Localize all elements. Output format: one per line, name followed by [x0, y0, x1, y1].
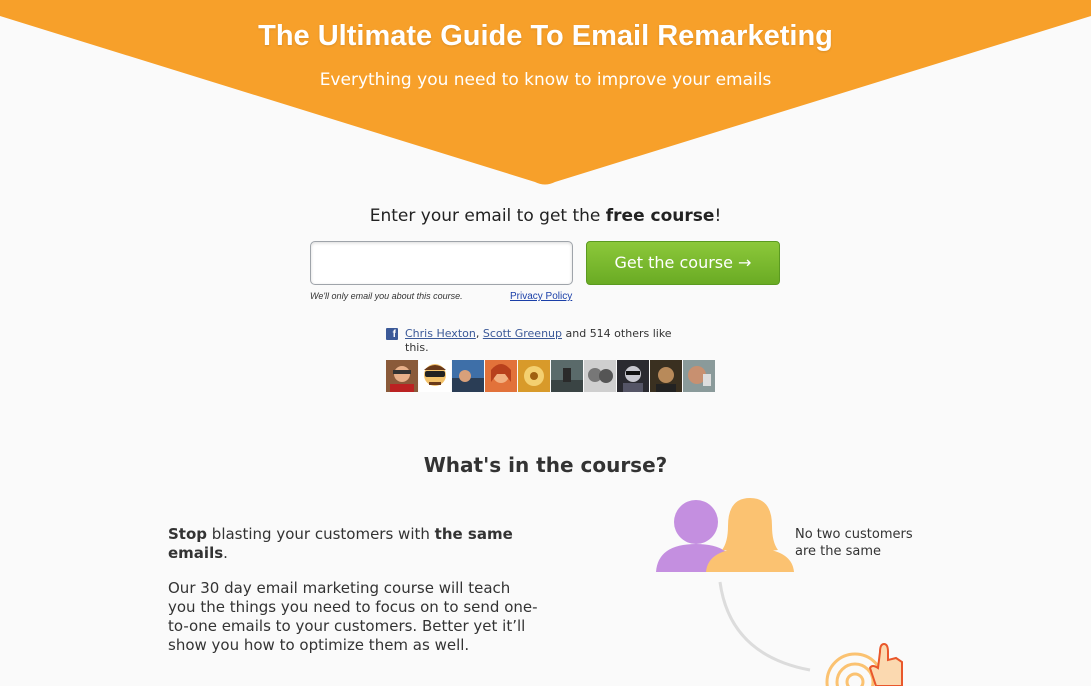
facebook-faces [386, 360, 715, 392]
facebook-social-proof: f Chris Hexton, Scott Greenup and 514 ot… [386, 327, 686, 355]
avatar[interactable] [485, 360, 517, 392]
get-course-button[interactable]: Get the course → [586, 241, 780, 285]
page-title: The Ultimate Guide To Email Remarketing [258, 20, 833, 52]
avatar[interactable] [452, 360, 484, 392]
signup-heading-suffix: ! [714, 206, 722, 226]
avatar[interactable] [386, 360, 418, 392]
avatar[interactable] [584, 360, 616, 392]
customers-illustration [656, 498, 903, 686]
facebook-likes-text: Chris Hexton, Scott Greenup and 514 othe… [386, 327, 676, 355]
course-section-heading: What's in the course? [423, 453, 668, 477]
friend-separator: , [475, 327, 483, 340]
intro-bold-stop: Stop [168, 525, 208, 543]
email-disclaimer: We'll only email you about this course. [310, 291, 463, 301]
signup-heading: Enter your email to get the free course! [0, 206, 1091, 226]
facebook-icon: f [386, 328, 398, 340]
privacy-policy-link[interactable]: Privacy Policy [510, 291, 572, 302]
avatar[interactable] [683, 360, 715, 392]
intro-text: blasting your customers with [207, 525, 435, 543]
friend-link-chris[interactable]: Chris Hexton [405, 327, 476, 340]
signup-heading-prefix: Enter your email to get the [369, 206, 606, 226]
signup-heading-bold: free course [605, 206, 715, 226]
intro-end: . [223, 544, 228, 562]
avatar[interactable] [518, 360, 550, 392]
email-input[interactable] [310, 241, 573, 285]
avatar[interactable] [617, 360, 649, 392]
pointing-hand-icon [868, 642, 903, 686]
avatar[interactable] [419, 360, 451, 392]
avatar[interactable] [650, 360, 682, 392]
page-subtitle: Everything you need to know to improve y… [319, 70, 772, 90]
course-description: Our 30 day email marketing course will t… [168, 579, 538, 654]
avatar[interactable] [551, 360, 583, 392]
illustration-caption: No two customers are the same [795, 527, 913, 559]
course-intro-text: Stop blasting your customers with the sa… [168, 525, 538, 563]
friend-link-scott[interactable]: Scott Greenup [483, 327, 562, 340]
person-orange-icon [706, 498, 794, 572]
